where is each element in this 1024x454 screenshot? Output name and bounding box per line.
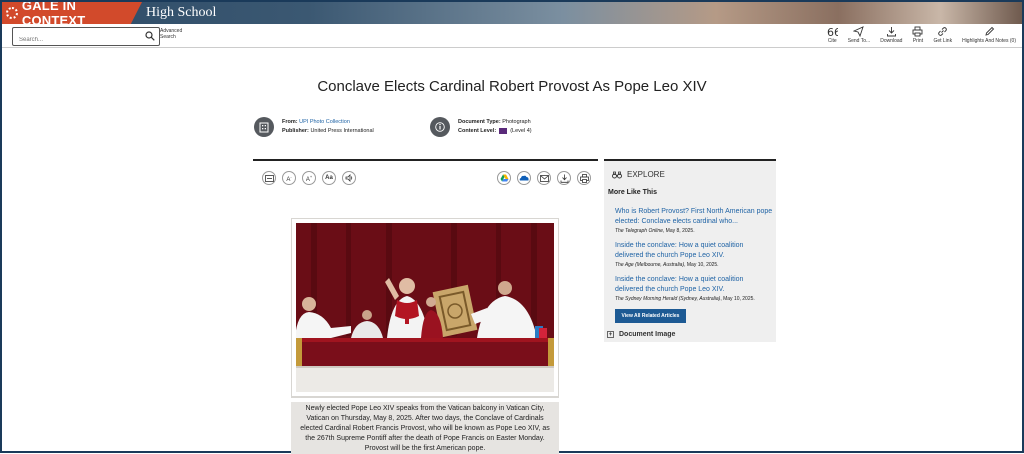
google-drive-button[interactable] [497,171,511,185]
explore-heading: EXPLORE [612,170,665,179]
document-content: A- A+ Aa Newly elected Pope Leo XIV spea… [253,159,598,454]
download-icon [886,27,896,37]
explore-panel: EXPLORE More Like This Who is Robert Pro… [604,159,776,342]
content-level-badge-icon [499,127,508,134]
tool-label: Print [912,38,924,44]
onedrive-button[interactable] [517,171,531,185]
product-level: High School [146,5,217,20]
search-input[interactable] [13,31,137,49]
link-icon [938,27,948,36]
document-photograph[interactable] [291,218,559,398]
send-to-button[interactable]: Send To... [848,26,870,44]
search-icon[interactable] [145,31,155,41]
photograph-image [292,219,558,396]
gale-logo-icon [6,7,18,19]
email-button[interactable] [537,171,551,185]
tool-label: Cite [827,38,837,44]
brand-logo[interactable]: GALE IN CONTEXT [2,2,142,24]
download-button[interactable]: Download [880,26,902,44]
listen-button[interactable] [342,171,356,185]
source-meta: From: UPI Photo Collection Publisher: Un… [254,117,374,137]
print-button[interactable]: Print [912,26,923,44]
content-download-button[interactable] [557,171,571,185]
cite-button[interactable]: 66 Cite [827,26,838,44]
related-article-source: The Sydney Morning Herald (Sydney, Austr… [615,296,755,302]
document-image-label: Document Image [619,331,676,338]
toolbar: Advanced Search 66 Cite Send To... Downl… [2,24,1022,49]
document-tools: 66 Cite Send To... Download Print Get Li… [827,26,1016,44]
document-meta: Document Type: Photograph Content Level:… [430,117,532,137]
send-icon [853,26,865,37]
decrease-text-icon: A- [286,173,292,183]
explore-heading-label: EXPLORE [627,170,665,179]
content-level-label: Content Level: [458,128,497,134]
font-icon: Aa [325,175,333,181]
print-icon [579,173,589,183]
related-article-source: The Age (Melbourne, Australia), May 10, … [615,262,719,268]
related-article: Inside the conclave: How a quiet coaliti… [615,241,773,268]
more-like-this-heading: More Like This [608,189,658,196]
related-article-link[interactable]: Inside the conclave: How a quiet coaliti… [615,275,773,295]
font-settings-button[interactable]: Aa [322,171,336,185]
top-banner: GALE IN CONTEXT High School [2,2,1022,24]
email-icon [539,174,549,182]
download-icon [560,174,568,183]
info-icon[interactable] [430,117,450,137]
photo-caption: Newly elected Pope Leo XIV speaks from t… [291,402,559,454]
from-label: From: [282,119,298,125]
tool-label: Download [880,38,903,44]
onedrive-icon [519,175,529,181]
related-article: Who is Robert Provost? First North Ameri… [615,207,773,234]
binoculars-icon [612,171,622,178]
translate-icon [264,174,274,182]
related-article: Inside the conclave: How a quiet coaliti… [615,275,773,302]
publisher-label: Publisher: [282,128,309,134]
quote-icon: 66 [827,26,838,37]
search-box [12,27,160,49]
pencil-icon [984,26,994,36]
translate-button[interactable] [262,171,276,185]
increase-text-button[interactable]: A+ [302,171,316,185]
get-link-button[interactable]: Get Link [933,26,952,44]
tool-label: Send To... [847,38,871,44]
doc-type-value: Photograph [502,119,531,125]
related-article-source: The Telegraph Online, May 8, 2025. [615,228,695,234]
content-level-value: (Level 4) [510,128,532,134]
tool-label: Highlights And Notes (0) [962,38,1016,44]
print-icon [913,26,923,37]
doc-type-label: Document Type: [458,119,501,125]
google-drive-icon [500,174,508,182]
document-image-toggle[interactable]: + Document Image [607,331,675,338]
related-article-link[interactable]: Who is Robert Provost? First North Ameri… [615,207,773,227]
source-link[interactable]: UPI Photo Collection [299,119,350,125]
listen-icon [345,174,352,182]
related-article-link[interactable]: Inside the conclave: How a quiet coaliti… [615,241,773,261]
highlights-notes-button[interactable]: Highlights And Notes (0) [962,26,1016,44]
svg-text:66: 66 [827,26,838,37]
document-title: Conclave Elects Cardinal Robert Provost … [317,78,707,95]
building-icon [254,117,274,137]
publisher-value: United Press International [310,128,374,134]
expand-plus-icon: + [607,331,614,338]
increase-text-icon: A+ [305,173,313,183]
tool-label: Get Link [933,38,953,44]
decrease-text-button[interactable]: A- [282,171,296,185]
view-all-related-button[interactable]: View All Related Articles [615,309,686,323]
advanced-search-link[interactable]: Advanced Search [160,28,190,40]
content-print-button[interactable] [577,171,591,185]
